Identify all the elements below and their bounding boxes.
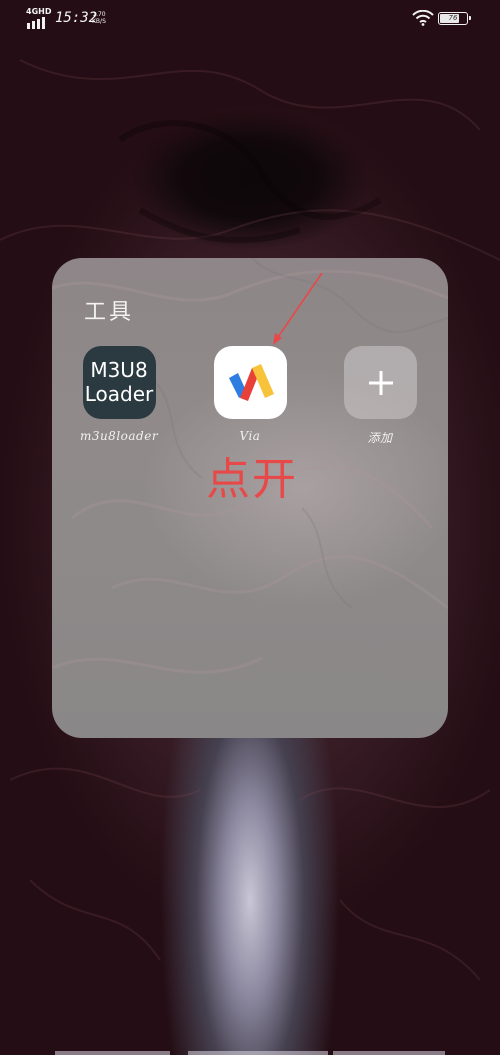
battery-icon: 76	[438, 12, 471, 25]
dock-segment	[333, 1051, 445, 1055]
app-folder: 工具 M3U8 Loader m3u8loader Via 添加 点开	[52, 258, 448, 738]
cellular-signal-icon	[27, 17, 45, 29]
wifi-icon	[412, 10, 434, 26]
dock-segment	[55, 1051, 170, 1055]
annotation-open-text: 点开	[206, 454, 298, 505]
battery-tip	[469, 16, 471, 20]
clock: 15:32	[55, 10, 98, 26]
battery-level: 76	[448, 14, 458, 22]
network-speed-unit: KB/S	[92, 18, 106, 25]
status-bar: 4GHD 15:32 1.70 KB/S 76	[0, 0, 500, 38]
bottom-dock-hint	[55, 1051, 445, 1055]
network-speed-value: 1.70	[92, 11, 106, 18]
network-speed: 1.70 KB/S	[92, 11, 106, 25]
dock-segment	[188, 1051, 328, 1055]
